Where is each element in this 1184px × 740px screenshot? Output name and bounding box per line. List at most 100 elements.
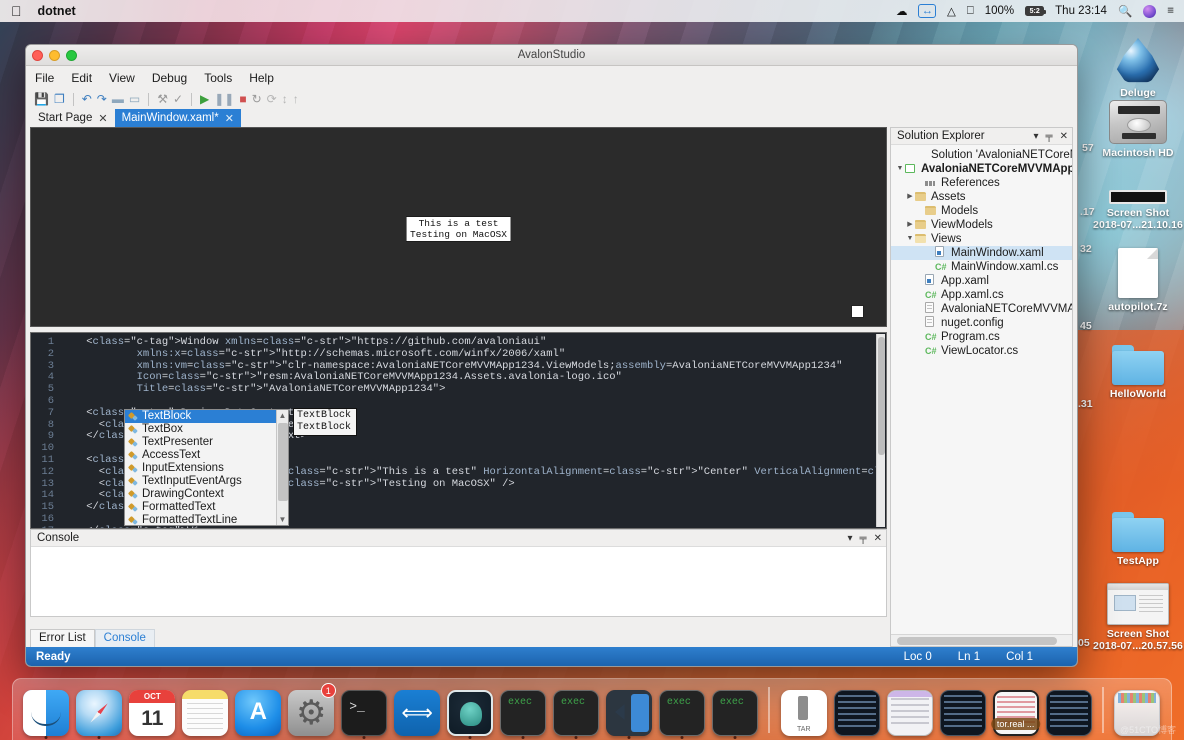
chevron-down-icon[interactable]: ▼ <box>895 162 905 176</box>
solution-tree-node[interactable]: ▼Views <box>891 232 1072 246</box>
dock-item-exec[interactable] <box>709 684 760 736</box>
dock-item-window-code-kraken[interactable] <box>937 684 988 736</box>
menubar-clock[interactable]: Thu 23:14 <box>1055 5 1107 17</box>
restart-icon[interactable]: ↻ <box>252 93 262 106</box>
save-icon[interactable]: 💾 <box>34 93 49 106</box>
menu-debug[interactable]: Debug <box>152 71 187 85</box>
step-into-icon[interactable]: ↕ <box>282 93 288 106</box>
clean-icon[interactable]: ✓ <box>173 93 183 106</box>
close-icon[interactable]: ✕ <box>1060 131 1068 142</box>
dock-item-window-tor[interactable]: tor.real ... <box>990 684 1041 736</box>
solution-explorer-header[interactable]: Solution Explorer ▾ ╤ ✕ <box>891 128 1072 145</box>
console-panel-header[interactable]: Console ▾ ╤ ✕ <box>31 530 886 547</box>
chevron-down-icon[interactable]: ▼ <box>277 515 288 524</box>
close-icon[interactable]: ✕ <box>225 112 234 125</box>
save-all-icon[interactable]: ❐ <box>54 93 65 106</box>
autocomplete-item[interactable]: AccessText <box>125 449 276 462</box>
step-over-icon[interactable]: ⟳ <box>267 93 277 106</box>
editor-tabstrip[interactable]: Start Page ✕ MainWindow.xaml* ✕ <box>26 109 1077 127</box>
dock-item-gitkraken[interactable] <box>445 684 496 736</box>
search-icon[interactable]: 🔍 <box>1118 4 1132 18</box>
editor-vertical-scrollbar[interactable] <box>876 334 885 527</box>
avalonstudio-window[interactable]: AvalonStudio File Edit View Debug Tools … <box>25 44 1078 667</box>
pause-icon[interactable]: ❚❚ <box>214 93 234 106</box>
dock-item-terminal[interactable] <box>339 684 390 736</box>
desktop-icon-autopilot-archive[interactable]: autopilot.7z <box>1092 248 1184 313</box>
vpn-icon[interactable]: ↔ <box>918 4 936 18</box>
autocomplete-item[interactable]: TextBlock <box>125 410 276 423</box>
autocomplete-item[interactable]: TextInputEventArgs <box>125 475 276 488</box>
chevron-right-icon[interactable]: ▶ <box>905 190 915 204</box>
scrollbar-thumb[interactable] <box>897 637 1057 645</box>
solution-tree-node[interactable]: ▼AvaloniaNETCoreMVVMApp1234 <box>891 162 1072 176</box>
battery-icon[interactable]: 5:2 <box>1025 6 1044 16</box>
solution-tree-node[interactable]: MainWindow.xaml <box>891 246 1072 260</box>
solution-tree-node[interactable]: C#MainWindow.xaml.cs <box>891 260 1072 274</box>
cloud-icon[interactable]: ☁ <box>896 4 908 18</box>
dock-item-safari[interactable] <box>74 684 125 736</box>
bottom-tab-console[interactable]: Console <box>95 629 155 647</box>
macos-menubar[interactable]:  dotnet ☁ ↔ △ ⎕ 100% 5:2 Thu 23:14 🔍 ≡ <box>0 0 1184 22</box>
close-icon[interactable]: ✕ <box>874 533 882 544</box>
airplay-icon[interactable]: ⎕ <box>967 5 974 18</box>
ide-menubar[interactable]: File Edit View Debug Tools Help <box>26 66 1077 89</box>
solution-tree-node[interactable]: ▶ViewModels <box>891 218 1072 232</box>
autocomplete-item[interactable]: InputExtensions <box>125 462 276 475</box>
dock-item-tar-archive[interactable] <box>778 684 829 736</box>
redo-icon[interactable]: ↷ <box>97 93 107 106</box>
dock-item-notes[interactable] <box>180 684 231 736</box>
ide-toolbar[interactable]: 💾 ❐ ↶ ↷ ▬ ▭ ⚒ ✓ ▶ ❚❚ ■ ↻ ⟳ ↕ ↑ <box>26 89 1077 109</box>
autocomplete-item[interactable]: FormattedText <box>125 501 276 514</box>
chevron-up-icon[interactable]: ▲ <box>277 411 288 420</box>
menu-edit[interactable]: Edit <box>71 71 92 85</box>
dock-item-visual-studio-code[interactable] <box>603 684 654 736</box>
menu-tools[interactable]: Tools <box>204 71 232 85</box>
dock-item-calendar[interactable]: OCT11 <box>127 684 178 736</box>
dock-item-app-store[interactable] <box>233 684 284 736</box>
solution-tree-node[interactable]: Solution 'AvaloniaNETCoreMVVMApp12 <box>891 148 1072 162</box>
solution-tree-node[interactable]: C#App.xaml.cs <box>891 288 1072 302</box>
comment-icon[interactable]: ▬ <box>112 93 124 106</box>
solution-tree-node[interactable]: Models <box>891 204 1072 218</box>
dock-item-exec[interactable] <box>551 684 602 736</box>
build-icon[interactable]: ⚒ <box>157 93 168 106</box>
bottom-tab-error-list[interactable]: Error List <box>30 629 95 647</box>
autocomplete-list[interactable]: TextBlockTextBoxTextPresenterAccessTextI… <box>125 410 276 525</box>
pin-icon[interactable]: ╤ <box>1046 131 1053 142</box>
run-icon[interactable]: ▶ <box>200 93 209 106</box>
autocomplete-item[interactable]: DrawingContext <box>125 488 276 501</box>
undo-icon[interactable]: ↶ <box>82 93 92 106</box>
xaml-design-surface[interactable]: This is a test Testing on MacOSX <box>30 127 887 327</box>
desktop-icon-deluge[interactable]: Deluge <box>1092 38 1184 99</box>
chevron-down-icon[interactable]: ▼ <box>905 232 915 246</box>
design-resize-handle[interactable] <box>851 305 864 318</box>
menubar-app-name[interactable]: dotnet <box>38 4 76 18</box>
tab-start-page[interactable]: Start Page ✕ <box>31 109 115 127</box>
solution-explorer-panel[interactable]: Solution Explorer ▾ ╤ ✕ Solution 'Avalon… <box>890 127 1073 647</box>
dock-item-exec[interactable] <box>656 684 707 736</box>
solution-tree-node[interactable]: References <box>891 176 1072 190</box>
dock-item-finder[interactable] <box>21 684 72 736</box>
scrollbar-thumb[interactable] <box>878 337 885 455</box>
chevron-down-icon[interactable]: ▾ <box>1033 131 1038 142</box>
desktop-icon-screenshot-2[interactable]: Screen Shot 2018-07...20.57.56 <box>1092 583 1184 652</box>
wifi-icon[interactable]: △ <box>947 4 956 18</box>
dock-item-teamviewer[interactable] <box>392 684 443 736</box>
chevron-down-icon[interactable]: ▾ <box>847 533 852 544</box>
autocomplete-item[interactable]: TextBox <box>125 423 276 436</box>
desktop-icon-testapp[interactable]: TestApp <box>1092 512 1184 567</box>
step-out-icon[interactable]: ↑ <box>293 93 299 106</box>
apple-icon[interactable]:  <box>11 4 22 18</box>
solution-tree-node[interactable]: nuget.config <box>891 316 1072 330</box>
solution-tree-node[interactable]: ▶Assets <box>891 190 1072 204</box>
dock-item-window-terminal[interactable] <box>1043 684 1094 736</box>
scrollbar-thumb[interactable] <box>278 423 288 501</box>
tab-mainwindow-xaml[interactable]: MainWindow.xaml* ✕ <box>115 109 241 127</box>
menu-help[interactable]: Help <box>249 71 274 85</box>
console-panel[interactable]: Console ▾ ╤ ✕ <box>30 529 887 617</box>
dock-item-exec[interactable] <box>498 684 549 736</box>
solution-tree-node[interactable]: AvaloniaNETCoreMVVMApp1234.c <box>891 302 1072 316</box>
close-icon[interactable]: ✕ <box>98 112 107 125</box>
window-titlebar[interactable]: AvalonStudio <box>26 45 1077 66</box>
desktop-icon-screenshot-1[interactable]: Screen Shot 2018-07...21.10.16 <box>1092 190 1184 231</box>
